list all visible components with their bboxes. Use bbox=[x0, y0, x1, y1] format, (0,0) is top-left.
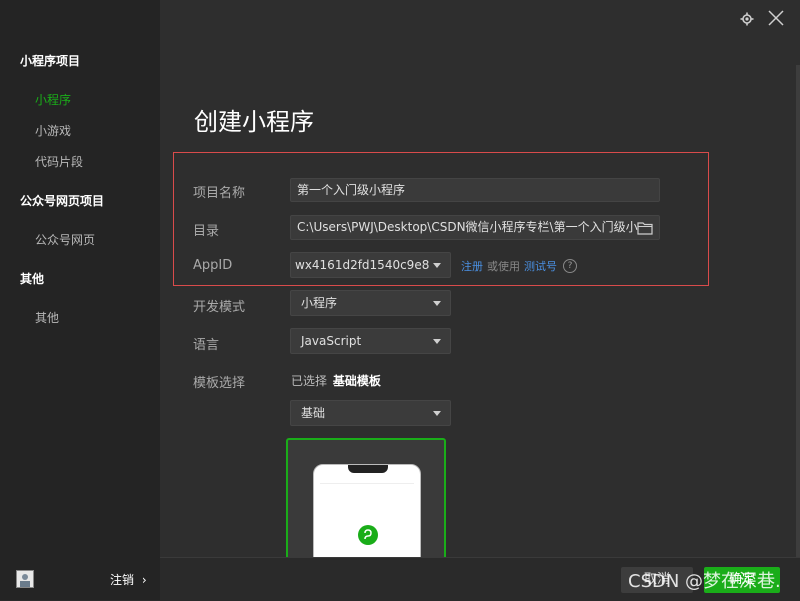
template-label: 模板选择 bbox=[193, 376, 246, 391]
sidebar-item-minigame[interactable]: 小游戏 bbox=[35, 122, 71, 139]
sidebar-item-other[interactable]: 其他 bbox=[35, 309, 59, 326]
sidebar-group-miniprogram: 小程序项目 bbox=[20, 54, 81, 68]
folder-icon[interactable] bbox=[637, 220, 653, 239]
template-selected-value: 基础模板 bbox=[332, 374, 381, 388]
directory-label: 目录 bbox=[193, 224, 220, 239]
page-title: 创建小程序 bbox=[194, 108, 314, 136]
sidebar-item-miniprogram[interactable]: 小程序 bbox=[35, 91, 71, 108]
or-use-text: 或使用 bbox=[487, 260, 520, 273]
directory-input[interactable]: C:\Users\PWJ\Desktop\CSDN微信小程序专栏\第一个入门级小 bbox=[290, 215, 660, 240]
project-name-input[interactable]: 第一个入门级小程序 bbox=[290, 178, 660, 202]
sidebar-item-code-snippet[interactable]: 代码片段 bbox=[35, 153, 83, 170]
chevron-down-icon bbox=[433, 339, 441, 344]
sidebar-item-web[interactable]: 公众号网页 bbox=[35, 231, 95, 248]
template-selected: 已选择 基础模板 bbox=[291, 372, 381, 389]
directory-value: C:\Users\PWJ\Desktop\CSDN微信小程序专栏\第一个入门级小 bbox=[297, 220, 638, 234]
appid-select[interactable]: wx4161d2fd1540c9e8 bbox=[290, 252, 451, 278]
gear-icon[interactable] bbox=[740, 11, 754, 30]
avatar[interactable] bbox=[16, 570, 34, 588]
template-selected-prefix: 已选择 bbox=[291, 374, 328, 388]
close-icon[interactable] bbox=[768, 10, 784, 30]
chevron-right-icon: › bbox=[141, 573, 147, 587]
template-select[interactable]: 基础 bbox=[290, 400, 451, 426]
chevron-down-icon bbox=[433, 411, 441, 416]
sidebar-group-web: 公众号网页项目 bbox=[20, 194, 105, 208]
language-label: 语言 bbox=[193, 338, 220, 353]
dev-mode-select[interactable]: 小程序 bbox=[290, 290, 451, 316]
project-name-label: 项目名称 bbox=[193, 186, 246, 201]
sidebar-group-other: 其他 bbox=[20, 272, 45, 286]
project-name-value: 第一个入门级小程序 bbox=[297, 183, 406, 197]
scrollbar[interactable] bbox=[796, 65, 800, 565]
phone-header-divider bbox=[320, 483, 414, 484]
phone-notch bbox=[348, 465, 388, 473]
phone-mockup bbox=[313, 464, 421, 558]
register-link[interactable]: 注册 bbox=[461, 258, 483, 274]
main-panel bbox=[160, 0, 800, 600]
help-icon[interactable]: ? bbox=[563, 259, 577, 273]
test-account-link[interactable]: 测试号 bbox=[524, 258, 557, 274]
appid-label: AppID bbox=[193, 258, 233, 273]
template-preview-card[interactable] bbox=[286, 438, 446, 560]
cancel-button[interactable]: 取消 bbox=[621, 567, 693, 593]
dev-mode-value: 小程序 bbox=[301, 296, 338, 310]
appid-value: wx4161d2fd1540c9e8 bbox=[295, 258, 430, 272]
language-value: JavaScript bbox=[301, 334, 362, 348]
chevron-down-icon bbox=[433, 301, 441, 306]
confirm-button[interactable]: 确定 bbox=[704, 567, 780, 593]
dev-mode-label: 开发模式 bbox=[193, 300, 246, 315]
miniprogram-logo-icon bbox=[358, 525, 378, 545]
logout-label: 注销 bbox=[110, 573, 135, 587]
avatar-icon bbox=[17, 571, 33, 587]
window-controls bbox=[740, 10, 784, 30]
sidebar: 小程序项目 小程序 小游戏 代码片段 公众号网页项目 公众号网页 其他 其他 注… bbox=[0, 0, 160, 600]
language-select[interactable]: JavaScript bbox=[290, 328, 451, 354]
chevron-down-icon bbox=[433, 263, 441, 268]
logout-button[interactable]: 注销 › bbox=[110, 571, 147, 588]
appid-links: 注册 或使用 测试号 ? bbox=[461, 258, 577, 274]
template-dropdown-value: 基础 bbox=[301, 406, 326, 420]
